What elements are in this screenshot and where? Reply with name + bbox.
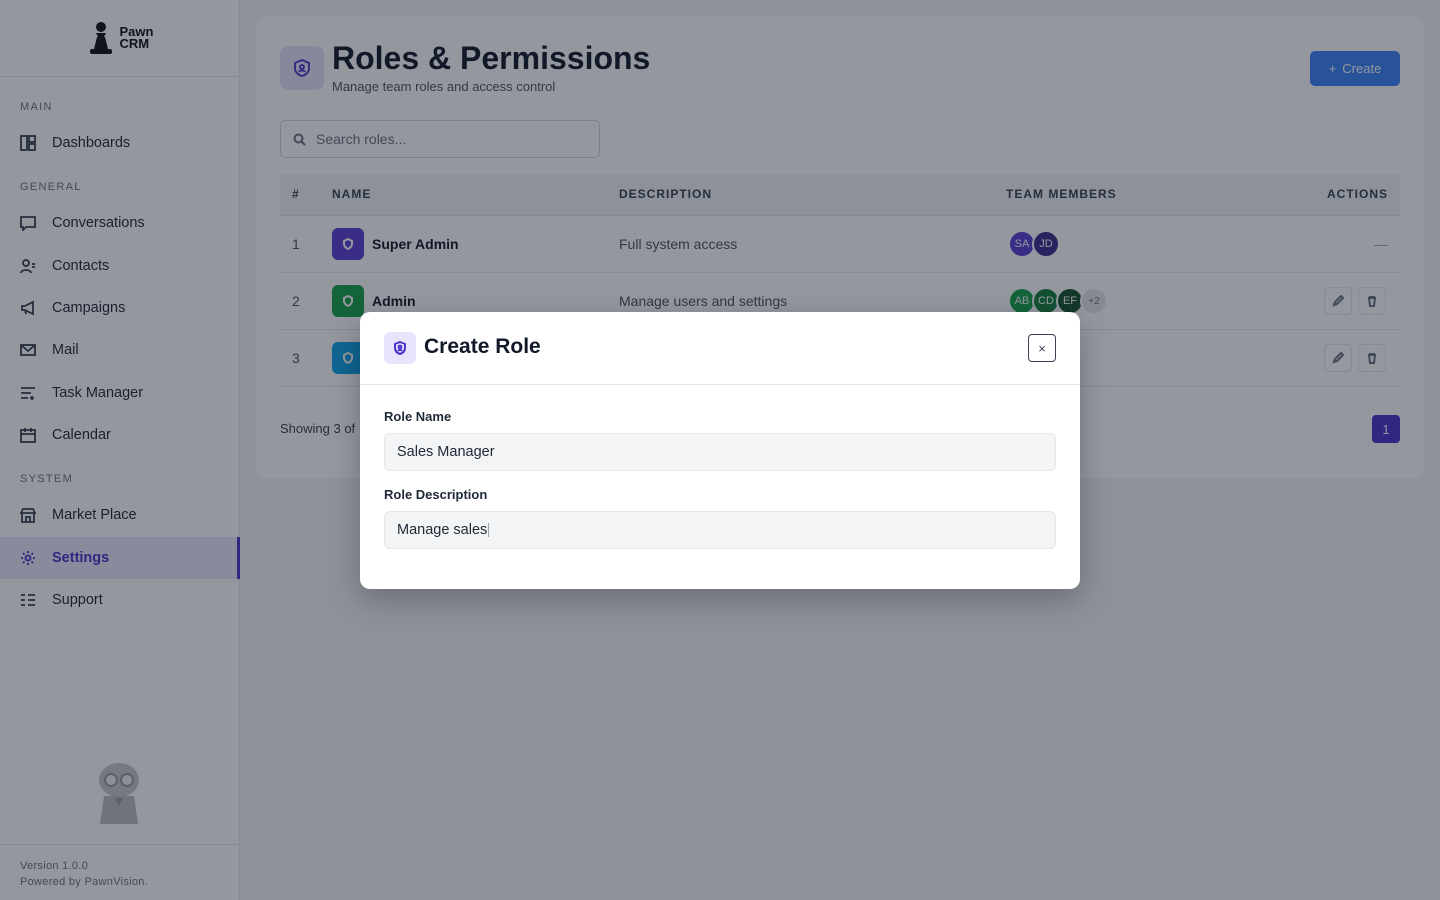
role-description-field[interactable]: Manage sales (384, 511, 1056, 549)
role-description-value: Manage sales (397, 522, 488, 538)
role-name-value: Sales Manager (397, 444, 495, 460)
modal-title: Create Role (424, 335, 541, 358)
role-name-label: Role Name (384, 409, 452, 424)
text-caret (488, 523, 490, 537)
modal-header: Create Role × (360, 312, 1080, 385)
role-description-label: Role Description (384, 487, 488, 502)
role-name-field[interactable]: Sales Manager (384, 433, 1056, 471)
shield-user-icon (384, 332, 416, 364)
create-role-modal: Create Role × Role Name Sales Manager Ro… (360, 312, 1080, 589)
close-button[interactable]: × (1028, 334, 1056, 362)
